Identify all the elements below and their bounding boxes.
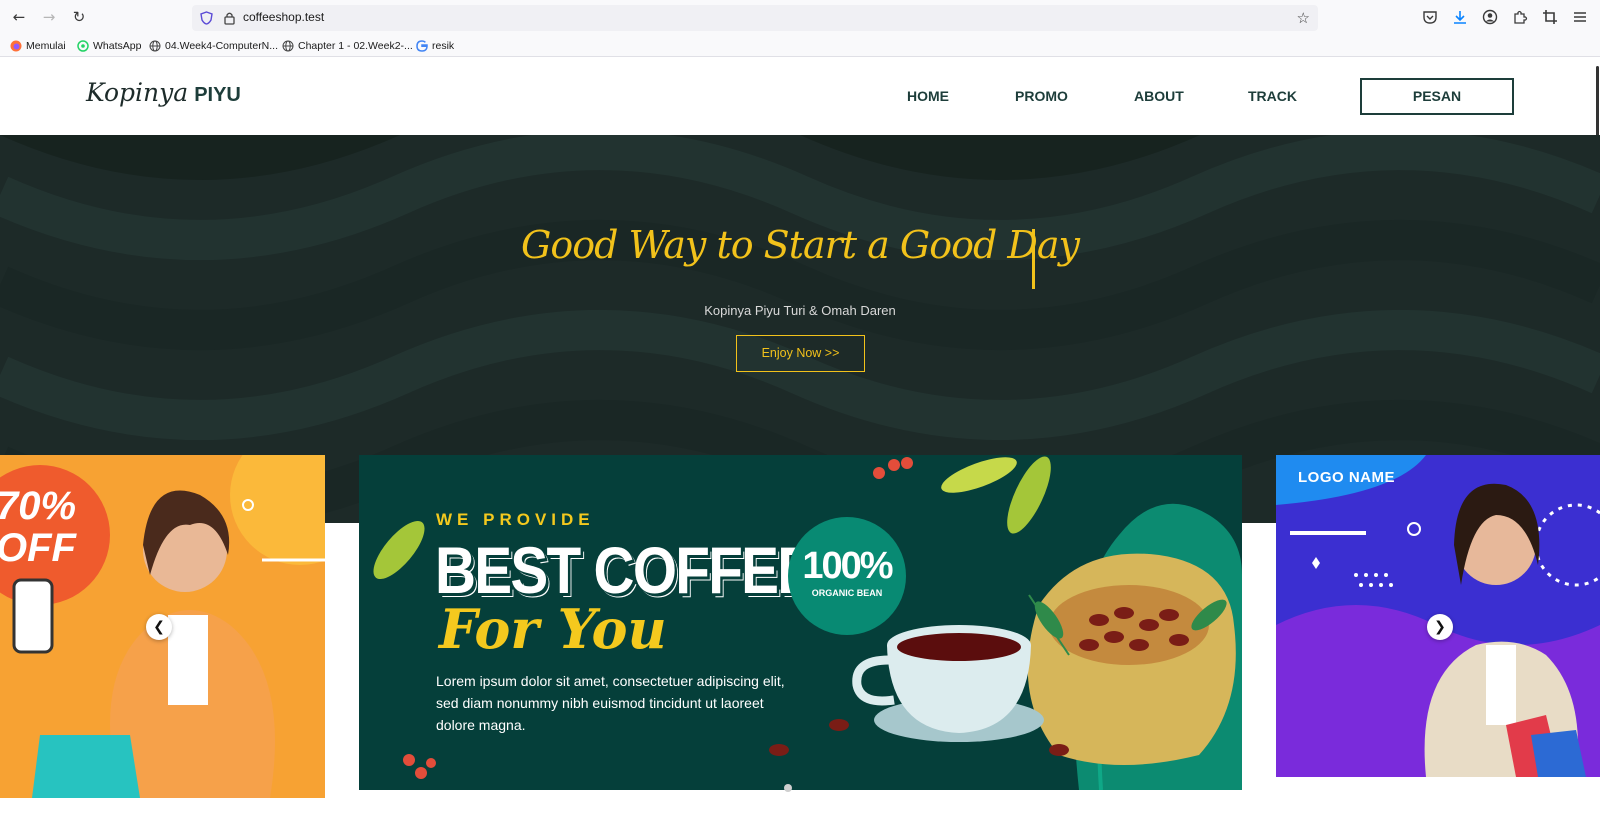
site-info-icon[interactable] [223,11,236,25]
forward-arrow-icon[interactable]: → [40,8,58,26]
ad-script-line: For You [439,597,667,661]
ad-kicker: WE PROVIDE [436,510,595,529]
bookmark-label: WhatsApp [93,40,142,52]
nav-promo[interactable]: PROMO [1015,88,1068,104]
bookmark-star-icon[interactable]: ☆ [1297,9,1310,27]
nav-track[interactable]: TRACK [1248,88,1297,104]
bookmark-label: resik [432,40,455,52]
url-text[interactable]: coffeeshop.test [243,10,324,24]
bookmark-item[interactable]: Chapter 1 - 02.Week2-... [282,38,413,54]
whatsapp-icon [77,40,89,52]
account-icon[interactable] [1482,9,1498,25]
pocket-icon[interactable] [1422,9,1438,25]
tracking-shield-icon[interactable] [200,11,213,25]
logo-bold-text: PIYU [194,84,241,106]
hero-subtitle: Kopinya Piyu Turi & Omah Daren [704,303,896,318]
bookmark-label: Memulai [26,40,66,52]
firefox-icon [10,40,22,52]
globe-icon [149,40,161,52]
coffee-ad-slide[interactable]: WE PROVIDE BEST COFFEE For You Lorem ips… [359,455,1242,790]
site-navbar: Kopinya PIYU HOME PROMO ABOUT TRACK PESA… [0,58,1600,135]
bookmark-item[interactable]: WhatsApp [77,38,141,54]
google-icon [416,40,428,52]
site-logo[interactable]: Kopinya PIYU [86,78,241,107]
slider-next-button[interactable]: ❯ [1427,614,1453,640]
slider-dot[interactable] [784,784,792,792]
bookmark-item[interactable]: resik [416,38,454,54]
menu-hamburger-icon[interactable] [1572,9,1588,25]
badge-value: 100% [802,545,893,587]
screenshot-crop-icon[interactable] [1542,9,1558,25]
brand-logo-text: LOGO NAME [1298,469,1395,486]
ad-body-text: Lorem ipsum dolor sit amet, consectetuer… [436,673,785,733]
reload-icon[interactable]: ↻ [70,8,88,26]
bookmark-label: Chapter 1 - 02.Week2-... [298,40,413,52]
browser-toolbar: ← → ↻ coffeeshop.test ☆ [0,0,1600,34]
downloads-icon[interactable] [1452,9,1468,25]
globe-icon [282,40,294,52]
enjoy-now-button[interactable]: Enjoy Now >> [736,335,865,372]
pesan-button[interactable]: PESAN [1360,78,1514,115]
hero-title: Good Way to Start a Good Day [520,223,1080,267]
slider-prev-button[interactable]: ❮ [146,614,172,640]
address-bar[interactable]: coffeeshop.test ☆ [192,5,1318,31]
bookmarks-bar: Memulai WhatsApp 04.Week4-ComputerN... C… [0,34,1600,57]
logo-script-text: Kopinya [86,78,189,107]
extensions-icon[interactable] [1512,9,1528,25]
nav-about[interactable]: ABOUT [1134,88,1184,104]
bookmark-item[interactable]: Memulai [10,38,66,54]
bookmark-label: 04.Week4-ComputerN... [165,40,279,52]
back-arrow-icon[interactable]: ← [10,8,28,26]
promo-discount-text: 70% OFF [0,484,77,570]
organic-badge: 100% ORGANIC BEAN [788,517,906,635]
typing-cursor [1032,229,1035,289]
bookmark-item[interactable]: 04.Week4-ComputerN... [149,38,278,54]
nav-home[interactable]: HOME [907,88,949,104]
badge-label: ORGANIC BEAN [811,588,883,598]
